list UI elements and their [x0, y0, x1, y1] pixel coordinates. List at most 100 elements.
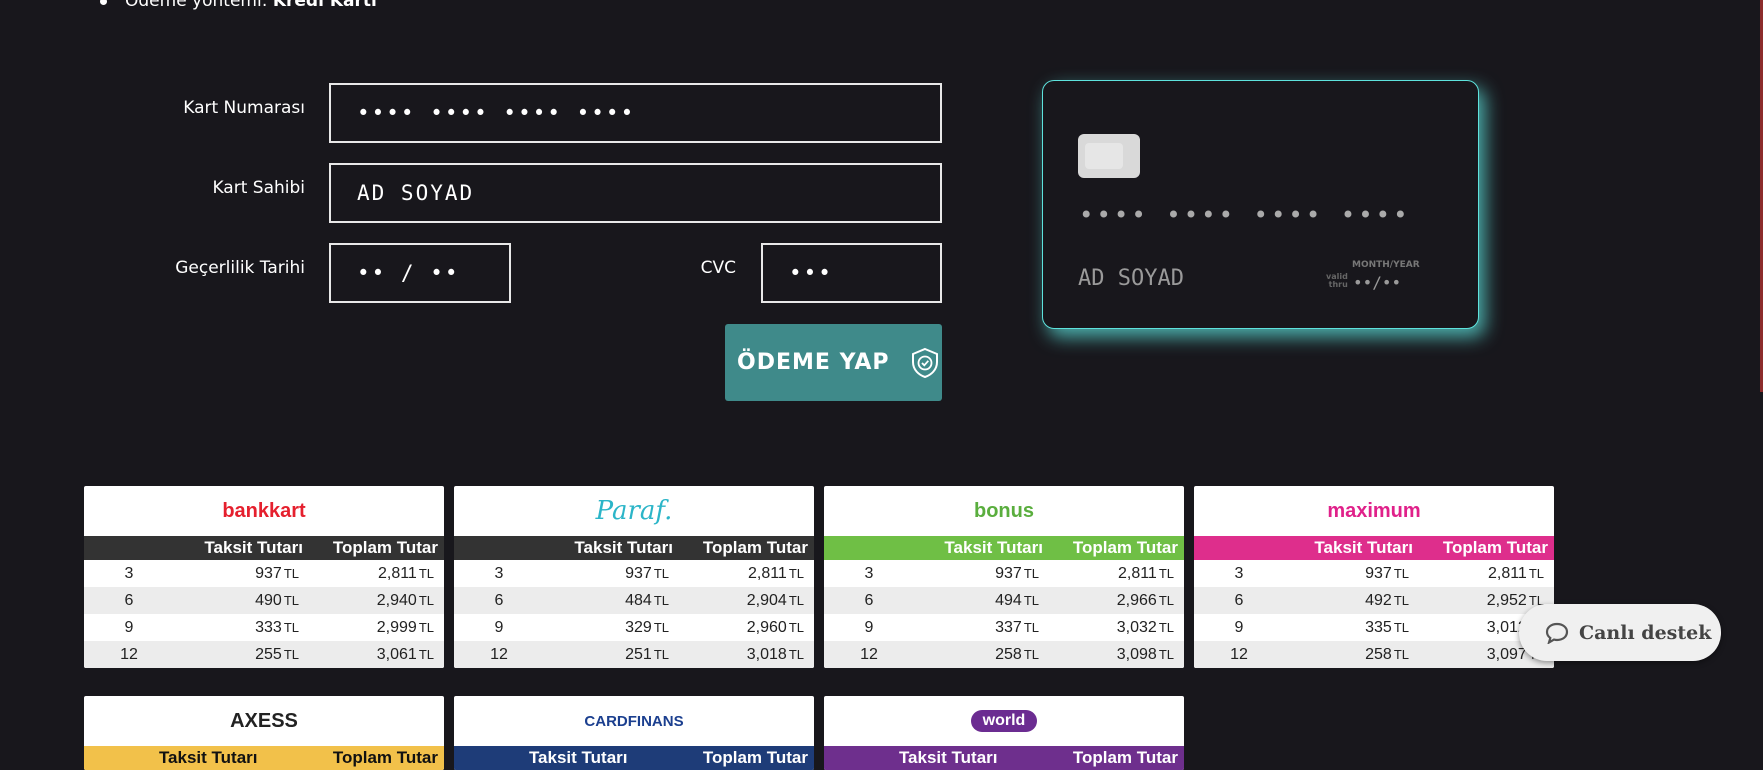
total-amount: 2,811 TL [308, 560, 444, 587]
installment-amount: 484 TL [552, 587, 679, 614]
bank-logo: AXESS [230, 709, 298, 732]
expiry-label: Geçerlilik Tarihi [175, 258, 305, 278]
installment-count: 12 [824, 641, 922, 668]
live-support-button[interactable]: Canlı destek [1519, 604, 1721, 661]
installment-count: 6 [84, 587, 182, 614]
table-row: 6 492 TL 2,952 TL [1194, 587, 1554, 614]
header-total-amount: Toplam Tutar [678, 536, 814, 560]
bank-logo: CARDFINANS [584, 712, 684, 730]
cvc-input[interactable] [761, 243, 942, 303]
header-blank [824, 746, 834, 770]
bank-table: bonus Taksit Tutarı Toplam Tutar 3 937 TL 2,81… [824, 486, 1184, 668]
installment-count: 12 [1194, 641, 1292, 668]
card-preview-name: AD SOYAD [1078, 266, 1184, 291]
total-amount: 2,960 TL [678, 614, 814, 641]
header-total-amount: Toplam Tutar [1418, 536, 1554, 560]
installment-count: 6 [454, 587, 552, 614]
installment-count: 3 [454, 560, 552, 587]
table-row: 3 937 TL 2,811 TL [1194, 560, 1554, 587]
installment-amount: 490 TL [182, 587, 309, 614]
card-preview-expiry: ••/•• [1353, 273, 1402, 292]
installment-count: 9 [824, 614, 922, 641]
card-chip-icon [1078, 134, 1140, 178]
total-amount: 2,811 TL [678, 560, 814, 587]
table-row: 12 255 TL 3,061 TL [84, 641, 444, 668]
header-installment-amount: Taksit Tutarı [833, 746, 1004, 770]
chat-bubble-icon [1545, 622, 1569, 644]
total-amount: 3,098 TL [1048, 641, 1184, 668]
shield-check-icon [911, 347, 938, 378]
table-row: 9 333 TL 2,999 TL [84, 614, 444, 641]
payment-method-label: Ödeme yöntemi: [125, 0, 268, 11]
header-installment-amount: Taksit Tutarı [182, 536, 309, 560]
payment-method-line: Ödeme yöntemi: Kredi Kartı [100, 0, 377, 11]
pay-button-label: ÖDEME YAP [737, 350, 890, 375]
bank-table: CARDFINANS Taksit Tutarı Toplam Tutar [454, 696, 814, 770]
installment-count: 12 [84, 641, 182, 668]
table-row: 12 251 TL 3,018 TL [454, 641, 814, 668]
bank-logo: world [824, 696, 1184, 746]
total-amount: 2,999 TL [308, 614, 444, 641]
cvc-label: CVC [700, 258, 736, 278]
total-amount: 2,811 TL [1418, 560, 1554, 587]
total-amount: 3,032 TL [1048, 614, 1184, 641]
header-blank [84, 536, 182, 560]
total-amount: 2,904 TL [678, 587, 814, 614]
header-total-amount: Toplam Tutar [1048, 536, 1184, 560]
bank-table: bankkart Taksit Tutarı Toplam Tutar 3 937 TL 2… [84, 486, 444, 668]
installment-count: 3 [1194, 560, 1292, 587]
total-amount: 2,966 TL [1048, 587, 1184, 614]
installment-amount: 251 TL [552, 641, 679, 668]
table-row: 3 937 TL 2,811 TL [454, 560, 814, 587]
installment-amount: 937 TL [182, 560, 309, 587]
total-amount: 2,940 TL [308, 587, 444, 614]
header-installment-amount: Taksit Tutarı [93, 746, 264, 770]
card-preview-number: •••• •••• •••• •••• [1079, 201, 1411, 229]
installment-amount: 255 TL [182, 641, 309, 668]
total-amount: 3,061 TL [308, 641, 444, 668]
expiry-input[interactable] [329, 243, 511, 303]
installment-count: 12 [454, 641, 552, 668]
table-row: 9 337 TL 3,032 TL [824, 614, 1184, 641]
bank-table: world Taksit Tutarı Toplam Tutar [824, 696, 1184, 770]
header-total-amount: Toplam Tutar [263, 746, 444, 770]
installment-count: 9 [454, 614, 552, 641]
table-row: 6 494 TL 2,966 TL [824, 587, 1184, 614]
header-total-amount: Toplam Tutar [1003, 746, 1184, 770]
bullet-dot [100, 0, 107, 5]
bank-logo: bankkart [222, 499, 306, 522]
card-holder-input[interactable] [329, 163, 942, 223]
pay-button[interactable]: ÖDEME YAP [725, 324, 942, 401]
header-total-amount: Toplam Tutar [308, 536, 444, 560]
header-blank [1194, 536, 1292, 560]
installment-amount: 333 TL [182, 614, 309, 641]
header-blank [824, 536, 922, 560]
world-logo-pill: world [970, 710, 1038, 732]
header-blank [84, 746, 94, 770]
card-number-label: Kart Numarası [183, 98, 305, 118]
table-row: 6 484 TL 2,904 TL [454, 587, 814, 614]
month-year-label: MONTH/YEAR [1352, 260, 1420, 270]
header-installment-amount: Taksit Tutarı [463, 746, 634, 770]
installment-count: 9 [84, 614, 182, 641]
installment-count: 9 [1194, 614, 1292, 641]
table-row: 12258TL3,097TL [1194, 641, 1554, 668]
thru-text: thru [1328, 280, 1348, 289]
bank-table: Paraf. Taksit Tutarı Toplam Tutar 3 937 TL 2,8… [454, 486, 814, 668]
table-row: 3 937 TL 2,811 TL [84, 560, 444, 587]
installment-count: 3 [84, 560, 182, 587]
installment-amount: 937 TL [552, 560, 679, 587]
header-total-amount: Toplam Tutar [633, 746, 814, 770]
table-row: 12 258 TL 3,098 TL [824, 641, 1184, 668]
table-row: 6 490 TL 2,940 TL [84, 587, 444, 614]
header-blank [454, 746, 464, 770]
card-holder-label: Kart Sahibi [212, 178, 305, 198]
installment-amount: 494 TL [922, 587, 1049, 614]
bank-logo: maximum [1327, 499, 1421, 522]
credit-card-preview: •••• •••• •••• •••• AD SOYAD valid thru … [1042, 80, 1479, 329]
installment-count: 6 [824, 587, 922, 614]
header-installment-amount: Taksit Tutarı [1292, 536, 1419, 560]
card-number-input[interactable] [329, 83, 942, 143]
table-row: 9335TL3,012TL [1194, 614, 1554, 641]
installment-count: 3 [824, 560, 922, 587]
